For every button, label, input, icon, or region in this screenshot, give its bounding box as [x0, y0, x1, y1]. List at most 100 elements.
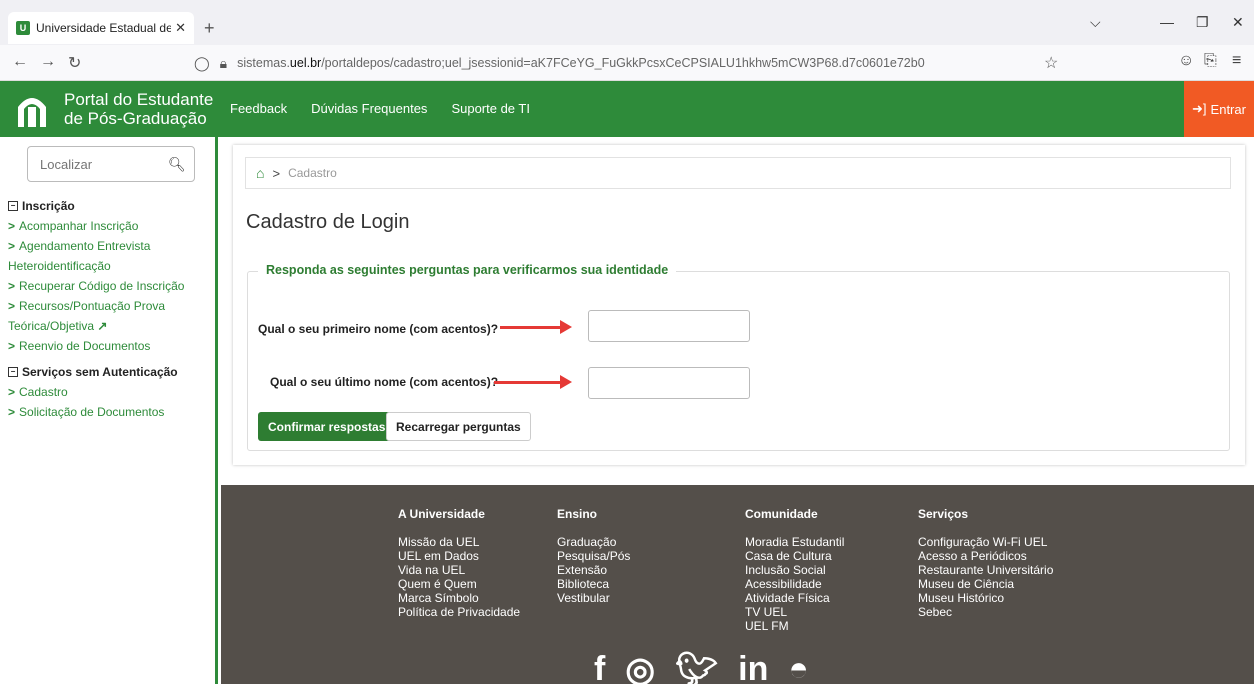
footer-link[interactable]: Política de Privacidade [398, 605, 520, 619]
instagram-icon[interactable]: ◎ [625, 650, 655, 690]
footer-col-title: Serviços [918, 507, 969, 521]
section-title: Inscrição [22, 199, 75, 213]
first-name-input[interactable] [588, 310, 750, 342]
footer-link[interactable]: Acessibilidade [745, 577, 844, 591]
sidebar-item-recursos[interactable]: > Recursos/Pontuação Prova Teórica/Objeti… [8, 296, 213, 336]
footer-link[interactable]: Quem é Quem [398, 577, 520, 591]
forward-icon[interactable]: → [40, 53, 56, 71]
footer-col-title: Comunidade [745, 507, 818, 521]
chevron-right-icon: > [8, 299, 16, 313]
social-links: f ◎ 🐦︎ in ◓ [594, 650, 829, 690]
nav-it-support[interactable]: Suporte de TI [451, 101, 530, 116]
sidebar-item-solicitacao[interactable]: > Solicitação de Documentos [8, 402, 213, 422]
sidebar-item-reenvio[interactable]: > Reenvio de Documentos [8, 336, 213, 356]
footer-link[interactable]: Moradia Estudantil [745, 535, 844, 549]
sidebar: 🔍︎ − Inscrição >Acompanhar Inscrição >Ag… [0, 137, 218, 684]
chevron-right-icon: > [8, 405, 16, 419]
footer-link[interactable]: TV UEL [745, 605, 844, 619]
chevron-right-icon: > [8, 385, 16, 399]
footer-link[interactable]: Vida na UEL [398, 563, 520, 577]
footer-link[interactable]: UEL em Dados [398, 549, 520, 563]
uel-logo-icon[interactable] [12, 89, 52, 129]
footer-link[interactable]: Extensão [557, 563, 630, 577]
reload-questions-button[interactable]: Recarregar perguntas [386, 412, 531, 441]
footer-link[interactable]: Pesquisa/Pós [557, 549, 630, 563]
facebook-icon[interactable]: f [594, 650, 605, 690]
nav-faq[interactable]: Dúvidas Frequentes [311, 101, 427, 116]
identity-questions-fieldset: Responda as seguintes perguntas para ver… [247, 263, 1230, 451]
bookmark-star-icon[interactable]: ☆ [1044, 53, 1058, 73]
tab-list-chevron-icon[interactable]: ⌵ [1090, 14, 1101, 31]
last-name-input[interactable] [588, 367, 750, 399]
linkedin-icon[interactable]: in [738, 650, 768, 690]
search-input[interactable] [38, 155, 168, 173]
question2-label: Qual o seu último nome (com acentos)? [270, 375, 499, 389]
footer-link[interactable]: Acesso a Periódicos [918, 549, 1053, 563]
arrow-right-icon [494, 375, 572, 389]
home-icon[interactable]: ⌂ [256, 165, 264, 181]
sidebar-item-cadastro[interactable]: > Cadastro [8, 382, 213, 402]
sidebar-item-recuperar[interactable]: > Recuperar Código de Inscrição [8, 276, 213, 296]
external-link-icon: ↗ [97, 319, 108, 333]
footer-link[interactable]: UEL FM [745, 619, 844, 633]
sidebar-item-agendamento[interactable]: > Agendamento Entrevista Heteroidentifica… [8, 236, 213, 276]
footer-link[interactable]: Vestibular [557, 591, 630, 605]
arrow-right-icon [500, 320, 572, 334]
android-icon[interactable]: ◓ [788, 650, 809, 690]
brand-title[interactable]: Portal do Estudante de Pós-Graduação [64, 90, 213, 128]
twitter-icon[interactable]: 🐦︎ [675, 650, 718, 690]
footer-link[interactable]: Missão da UEL [398, 535, 520, 549]
browser-tab[interactable]: U Universidade Estadual de Londr ✕ [8, 12, 194, 44]
account-icon[interactable]: ☺ [1178, 52, 1194, 70]
footer-link[interactable]: Biblioteca [557, 577, 630, 591]
confirm-answers-button[interactable]: Confirmar respostas [258, 412, 396, 441]
collapse-icon: − [8, 367, 18, 377]
login-label: Entrar [1210, 101, 1246, 117]
footer-link[interactable]: Restaurante Universitário [918, 563, 1053, 577]
login-button[interactable]: ➜] Entrar [1184, 81, 1254, 137]
menu-icon[interactable]: ≡ [1232, 52, 1241, 70]
chevron-right-icon: > [272, 165, 281, 181]
top-nav: Feedback Dúvidas Frequentes Suporte de T… [230, 101, 530, 116]
brand-line2: de Pós-Graduação [64, 109, 207, 128]
shield-icon[interactable]: ◯ [194, 55, 210, 72]
breadcrumb-current: Cadastro [288, 166, 337, 180]
footer-link[interactable]: Sebec [918, 605, 1053, 619]
fieldset-legend: Responda as seguintes perguntas para ver… [258, 263, 677, 277]
chevron-right-icon: > [8, 219, 16, 233]
section-inscricao[interactable]: − Inscrição [8, 196, 213, 216]
footer-col-comunidade: Comunidade Moradia Estudantil Casa de Cu… [745, 507, 844, 633]
breadcrumb: ⌂ > Cadastro [245, 157, 1231, 189]
footer-col-servicos: Serviços Configuração Wi-Fi UEL Acesso a… [918, 507, 1053, 619]
footer: A Universidade Missão da UEL UEL em Dado… [221, 485, 1254, 689]
chevron-right-icon: > [8, 239, 16, 253]
extensions-icon[interactable]: ⎘ [1204, 52, 1217, 70]
footer-link[interactable]: Configuração Wi-Fi UEL [918, 535, 1053, 549]
url-suffix: /portaldepos/cadastro;uel_jsessionid=aK7… [321, 56, 925, 70]
minimize-icon[interactable]: — [1160, 14, 1174, 30]
footer-link[interactable]: Museu de Ciência [918, 577, 1053, 591]
url-bar[interactable]: ◯ 🔒︎ sistemas. uel.br/portaldepos/cadastr… [194, 49, 1064, 77]
footer-link[interactable]: Inclusão Social [745, 563, 844, 577]
reload-icon[interactable]: ↻ [68, 53, 81, 73]
browser-tabbar: U Universidade Estadual de Londr ✕ + ⌵ —… [0, 0, 1254, 45]
footer-link[interactable]: Graduação [557, 535, 630, 549]
footer-link[interactable]: Museu Histórico [918, 591, 1053, 605]
footer-link[interactable]: Casa de Cultura [745, 549, 844, 563]
url-host: uel.br [289, 56, 322, 70]
sidebar-item-label: Acompanhar Inscrição [19, 219, 139, 233]
footer-link[interactable]: Marca Símbolo [398, 591, 520, 605]
sidebar-item-acompanhar[interactable]: > Acompanhar Inscrição [8, 216, 213, 236]
close-window-icon[interactable]: ✕ [1232, 14, 1244, 31]
restore-icon[interactable]: ❐ [1196, 14, 1209, 31]
search-icon[interactable]: 🔍︎ [168, 156, 186, 173]
nav-feedback[interactable]: Feedback [230, 101, 287, 116]
main-content: ⌂ > Cadastro Cadastro de Login Responda … [233, 145, 1245, 465]
lock-icon[interactable]: 🔒︎ [220, 55, 227, 72]
new-tab-icon[interactable]: + [204, 18, 215, 39]
sidebar-item-label: Heteroidentificação [8, 259, 111, 273]
footer-link[interactable]: Atividade Física [745, 591, 844, 605]
tab-close-icon[interactable]: ✕ [175, 20, 186, 36]
back-icon[interactable]: ← [12, 53, 28, 71]
section-servicos[interactable]: − Serviços sem Autenticação [8, 362, 213, 382]
